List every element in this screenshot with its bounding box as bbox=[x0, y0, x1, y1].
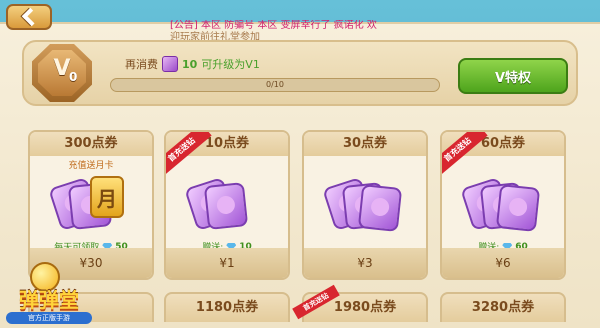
spend-prefix: 再消费 bbox=[125, 58, 158, 71]
recharge-card-3280[interactable]: 3280点券 bbox=[440, 292, 566, 322]
game-logo: 弹弹堂 官方正版手游 bbox=[0, 258, 98, 328]
coupon-art bbox=[184, 176, 266, 238]
logo-name: 弹弹堂 bbox=[19, 288, 79, 312]
coupon-tile-icon bbox=[203, 182, 249, 230]
vip-progress-text: 0/10 bbox=[266, 80, 284, 89]
vip-privileges-button[interactable]: V特权 bbox=[458, 58, 568, 94]
card-price: ¥3 bbox=[304, 248, 426, 278]
card-title: 30点券 bbox=[304, 132, 426, 156]
vip-progress-bar: 0/10 bbox=[110, 78, 440, 92]
card-title: 1980点券 bbox=[333, 300, 397, 315]
vip-letter: V bbox=[53, 56, 71, 81]
vip-spend-requirement: 再消费 10 可升级为V1 bbox=[125, 56, 260, 72]
back-arrow-icon bbox=[21, 7, 41, 27]
spend-suffix: 可升级为V1 bbox=[201, 58, 260, 71]
card-title: 300点券 bbox=[30, 132, 152, 156]
game-stage: [公告] 本区 防骗号 本区 变屏幸行了 疯诺化 欢 迎玩家前往礼堂参加 V 0… bbox=[0, 0, 600, 328]
coupon-icon bbox=[162, 56, 178, 72]
card-price: ¥6 bbox=[442, 248, 564, 278]
recharge-card-10[interactable]: 10点券 首充送钻 赠送: 10 ¥1 bbox=[164, 130, 290, 280]
coupon-tile-icon bbox=[495, 184, 541, 232]
monthly-card-art: 月 bbox=[48, 176, 130, 238]
spend-amount: 10 bbox=[182, 57, 198, 71]
coupon-art bbox=[322, 176, 404, 238]
card-subtitle: 充值送月卡 bbox=[68, 161, 114, 171]
ticker-line-1: [公告] 本区 防骗号 本区 变屏幸行了 疯诺化 欢 bbox=[170, 20, 377, 31]
vip-level-number: 0 bbox=[69, 70, 78, 84]
recharge-card-30[interactable]: 30点券 ¥3 bbox=[302, 130, 428, 280]
logo-tagline: 官方正版手游 bbox=[6, 312, 92, 324]
recharge-card-60[interactable]: 60点券 首充送钻 赠送: 60 ¥6 bbox=[440, 130, 566, 280]
vip-level-badge: V 0 bbox=[32, 44, 92, 102]
month-card-icon: 月 bbox=[90, 176, 124, 218]
recharge-card-1180[interactable]: 1180点券 bbox=[164, 292, 290, 322]
coupon-tile-icon bbox=[357, 184, 403, 232]
coupon-art bbox=[460, 176, 542, 238]
recharge-card-1980[interactable]: 首充送钻 1980点券 bbox=[292, 284, 428, 322]
back-button[interactable] bbox=[6, 4, 52, 30]
card-price: ¥1 bbox=[166, 248, 288, 278]
